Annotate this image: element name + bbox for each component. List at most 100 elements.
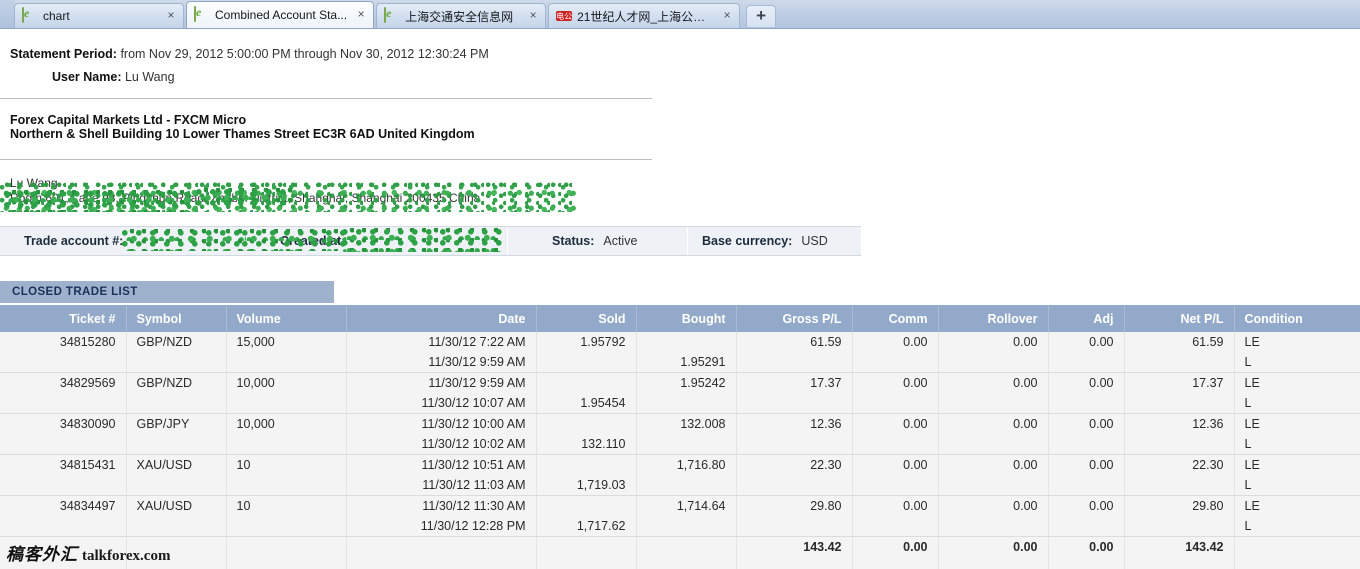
totals-spacer: [226, 536, 347, 569]
table-row[interactable]: 34815431 XAU/USD 10 11/30/12 10:51 AM 11…: [0, 454, 1360, 496]
column-header-date[interactable]: Date: [346, 305, 537, 332]
browser-tab-title: 21世纪人才网_上海公务...: [577, 9, 714, 24]
cell-net-pl: 17.37: [1124, 372, 1235, 414]
cell-condition: LE L: [1234, 332, 1360, 373]
cell-date-close: 11/30/12 12:28 PM: [420, 519, 526, 533]
cell-sold-bottom: [547, 352, 626, 372]
cell-bought: 1.95242: [636, 372, 737, 414]
new-tab-button[interactable]: +: [746, 5, 777, 27]
browser-tab-title: chart: [43, 9, 70, 23]
cell-sold-top: [547, 496, 626, 516]
user-name-value: Lu Wang: [124, 70, 175, 84]
user-name-row: User Name: Lu Wang: [0, 66, 1360, 89]
totals-spacer: [126, 536, 227, 569]
cell-gross-pl: 61.59: [736, 332, 853, 373]
cell-sold-bottom: 1,719.03: [576, 478, 626, 492]
cell-symbol: GBP/NZD: [126, 372, 227, 414]
firm-name: Forex Capital Markets Ltd - FXCM Micro: [10, 113, 247, 127]
cell-bought-bottom: [647, 516, 726, 536]
column-header-gross-pl[interactable]: Gross P/L: [736, 305, 853, 332]
cell-gross-pl: 17.37: [736, 372, 853, 414]
cell-condition-top: LE: [1244, 417, 1260, 431]
customer-address: Room 601, Lane 98, Pingshun Road, Zhabei…: [10, 191, 481, 205]
browser-tab-shanghai-traffic[interactable]: 上海交通安全信息网 ×: [376, 3, 547, 28]
cell-comm: 0.00: [852, 413, 939, 455]
table-totals-row: 143.42 0.00 0.00 0.00 143.42: [0, 536, 1360, 569]
cell-symbol: GBP/NZD: [126, 332, 227, 373]
cell-date-close: 11/30/12 10:07 AM: [421, 396, 526, 410]
cell-symbol: XAU/USD: [126, 454, 227, 496]
browser-tab-21century-talent[interactable]: 电公 21世纪人才网_上海公务... ×: [548, 3, 741, 28]
browser-tab-chart[interactable]: chart ×: [14, 3, 184, 28]
cell-bought-top: [647, 332, 726, 352]
cell-condition-bottom: L: [1244, 396, 1252, 410]
status-value: Active: [603, 234, 638, 248]
column-header-sold[interactable]: Sold: [536, 305, 637, 332]
document-green-icon: [384, 7, 400, 24]
cell-bought-bottom: [647, 434, 726, 454]
totals-gross-pl: 143.42: [736, 536, 853, 569]
cell-symbol: GBP/JPY: [126, 413, 227, 455]
cell-date-open: 11/30/12 11:30 AM: [422, 499, 526, 513]
created-at-cell: Created at:: [242, 227, 507, 255]
cell-bought-top: 1.95242: [680, 376, 726, 390]
column-header-adj[interactable]: Adj: [1048, 305, 1125, 332]
browser-tab-combined-account-statement[interactable]: Combined Account Sta... ×: [186, 1, 375, 28]
red-seal-icon: 电公: [556, 11, 573, 21]
cell-ticket: 34815280: [0, 332, 127, 373]
cell-date: 11/30/12 9:59 AM 11/30/12 10:07 AM: [346, 372, 537, 414]
totals-spacer: [536, 536, 637, 569]
cell-rollover: 0.00: [938, 454, 1049, 496]
cell-sold-bottom: 1,717.62: [576, 519, 626, 533]
cell-sold: 132.110: [536, 413, 637, 455]
totals-adj: 0.00: [1048, 536, 1125, 569]
customer-address-block: Lu Wang Room 601, Lane 98, Pingshun Road…: [0, 176, 1360, 218]
close-icon[interactable]: ×: [525, 8, 541, 24]
column-header-rollover[interactable]: Rollover: [938, 305, 1049, 332]
column-header-net-pl[interactable]: Net P/L: [1124, 305, 1235, 332]
cell-date: 11/30/12 11:30 AM 11/30/12 12:28 PM: [346, 495, 537, 537]
totals-comm: 0.00: [852, 536, 939, 569]
cell-volume: 15,000: [226, 332, 347, 373]
cell-comm: 0.00: [852, 372, 939, 414]
cell-bought: 1,714.64: [636, 495, 737, 537]
column-header-condition[interactable]: Condition: [1234, 305, 1360, 332]
table-row[interactable]: 34830090 GBP/JPY 10,000 11/30/12 10:00 A…: [0, 413, 1360, 455]
cell-ticket: 34830090: [0, 413, 127, 455]
created-at-label: Created at:: [280, 234, 346, 248]
cell-date-close: 11/30/12 11:03 AM: [422, 478, 526, 492]
table-row[interactable]: 34815280 GBP/NZD 15,000 11/30/12 7:22 AM…: [0, 332, 1360, 373]
cell-date: 11/30/12 7:22 AM 11/30/12 9:59 AM: [346, 332, 537, 373]
cell-adj: 0.00: [1048, 454, 1125, 496]
cell-bought-bottom: [647, 393, 726, 413]
user-name-label: User Name:: [52, 70, 122, 84]
table-row[interactable]: 34834497 XAU/USD 10 11/30/12 11:30 AM 11…: [0, 495, 1360, 537]
column-header-volume[interactable]: Volume: [226, 305, 347, 332]
cell-bought-top: 132.008: [680, 417, 726, 431]
cell-bought-top: 1,714.64: [676, 499, 726, 513]
cell-net-pl: 61.59: [1124, 332, 1235, 373]
cell-adj: 0.00: [1048, 372, 1125, 414]
cell-bought: 1.95291: [636, 332, 737, 373]
totals-spacer: [636, 536, 737, 569]
table-row[interactable]: 34829569 GBP/NZD 10,000 11/30/12 9:59 AM…: [0, 372, 1360, 414]
column-header-comm[interactable]: Comm: [852, 305, 939, 332]
cell-sold: 1.95454: [536, 372, 637, 414]
column-header-bought[interactable]: Bought: [636, 305, 737, 332]
column-header-symbol[interactable]: Symbol: [126, 305, 227, 332]
closed-trade-list-table: Ticket # Symbol Volume Date Sold Bought …: [0, 305, 1360, 569]
totals-net-pl: 143.42: [1124, 536, 1235, 569]
document-green-icon: [194, 6, 210, 23]
cell-sold-top: [547, 373, 626, 393]
close-icon[interactable]: ×: [353, 7, 369, 23]
cell-sold-top: 1.95792: [580, 335, 626, 349]
close-icon[interactable]: ×: [719, 8, 735, 24]
close-icon[interactable]: ×: [163, 8, 179, 24]
closed-trade-list-title: CLOSED TRADE LIST: [0, 281, 334, 303]
browser-window: chart × Combined Account Sta... × 上海交通安全…: [0, 0, 1360, 569]
column-header-ticket[interactable]: Ticket #: [0, 305, 127, 332]
cell-sold: 1.95792: [536, 332, 637, 373]
account-info-bar: Trade account #: Created at: Status: Act…: [0, 226, 861, 256]
cell-date: 11/30/12 10:51 AM 11/30/12 11:03 AM: [346, 454, 537, 496]
cell-volume: 10,000: [226, 372, 347, 414]
